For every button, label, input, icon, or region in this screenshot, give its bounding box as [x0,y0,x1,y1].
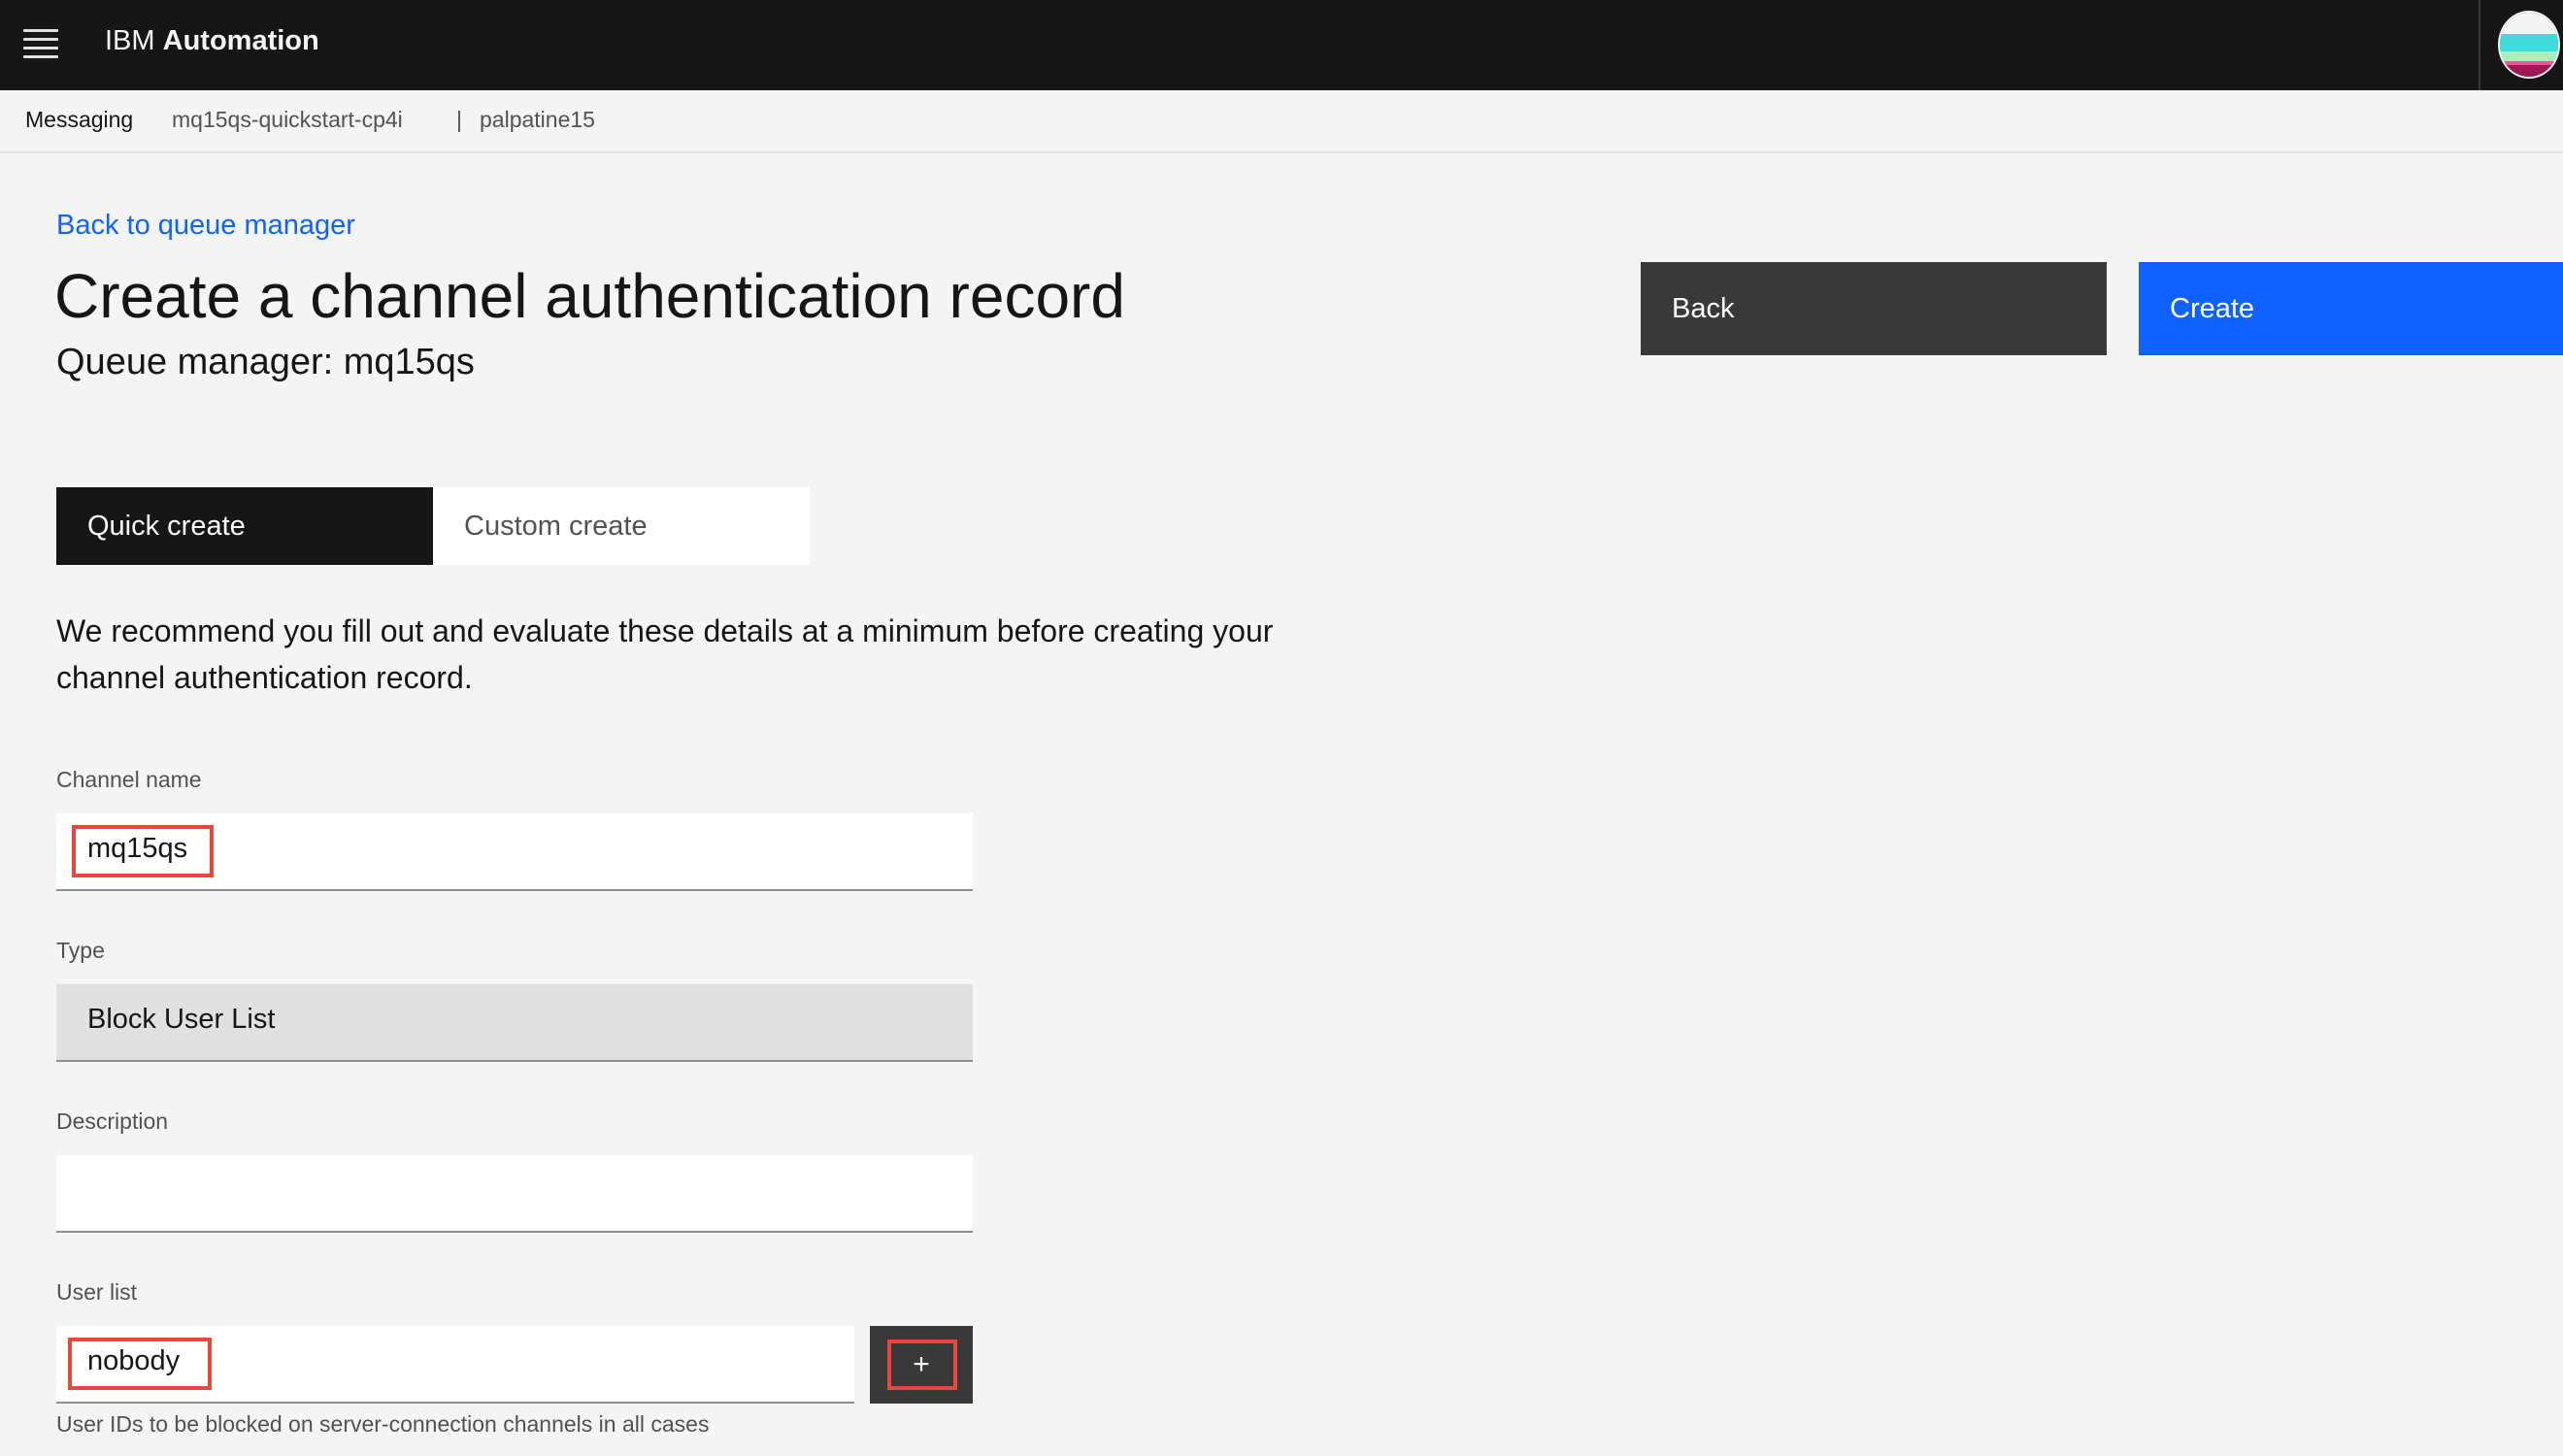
top-navigation-bar: IBM Automation [0,0,2563,90]
back-button[interactable]: Back [1641,262,2107,355]
breadcrumb: Messaging mq15qs-quickstart-cp4i | palpa… [0,90,2563,153]
add-user-highlight [887,1340,957,1390]
brand-prefix: IBM [105,25,155,56]
create-mode-tabs: Quick create Custom create [56,487,810,565]
hamburger-menu-icon[interactable] [23,29,58,58]
breadcrumb-namespace[interactable]: mq15qs-quickstart-cp4i [172,107,403,133]
create-button[interactable]: Create [2139,262,2563,355]
page-title: Create a channel authentication record [54,261,1125,331]
channel-name-input[interactable]: mq15qs [56,813,973,891]
channel-name-value: mq15qs [87,833,188,864]
add-user-button[interactable]: + [870,1326,973,1404]
channel-name-label: Channel name [56,767,202,792]
breadcrumb-messaging[interactable]: Messaging [25,107,133,133]
type-value: Block User List [87,1004,276,1035]
intro-text: We recommend you fill out and evaluate t… [56,613,1274,695]
user-list-helper-text: User IDs to be blocked on server-connect… [56,1411,710,1437]
type-select[interactable]: Block User List [56,984,973,1062]
breadcrumb-user[interactable]: palpatine15 [480,107,595,133]
user-list-label: User list [56,1279,138,1305]
header-divider [2479,0,2480,90]
user-avatar-icon[interactable] [2498,11,2560,79]
tab-custom-create[interactable]: Custom create [433,487,810,565]
user-list-value: nobody [87,1345,181,1376]
description-label: Description [56,1109,169,1134]
type-label: Type [56,938,105,963]
breadcrumb-separator: | [456,107,462,132]
page-subtitle: Queue manager: mq15qs [56,342,475,382]
description-input[interactable] [56,1155,973,1233]
product-brand[interactable]: IBM Automation [105,25,319,57]
tab-quick-create[interactable]: Quick create [56,487,433,565]
brand-name: Automation [162,25,319,56]
back-to-queue-manager-link[interactable]: Back to queue manager [56,210,355,242]
user-list-input[interactable]: nobody [56,1326,854,1404]
